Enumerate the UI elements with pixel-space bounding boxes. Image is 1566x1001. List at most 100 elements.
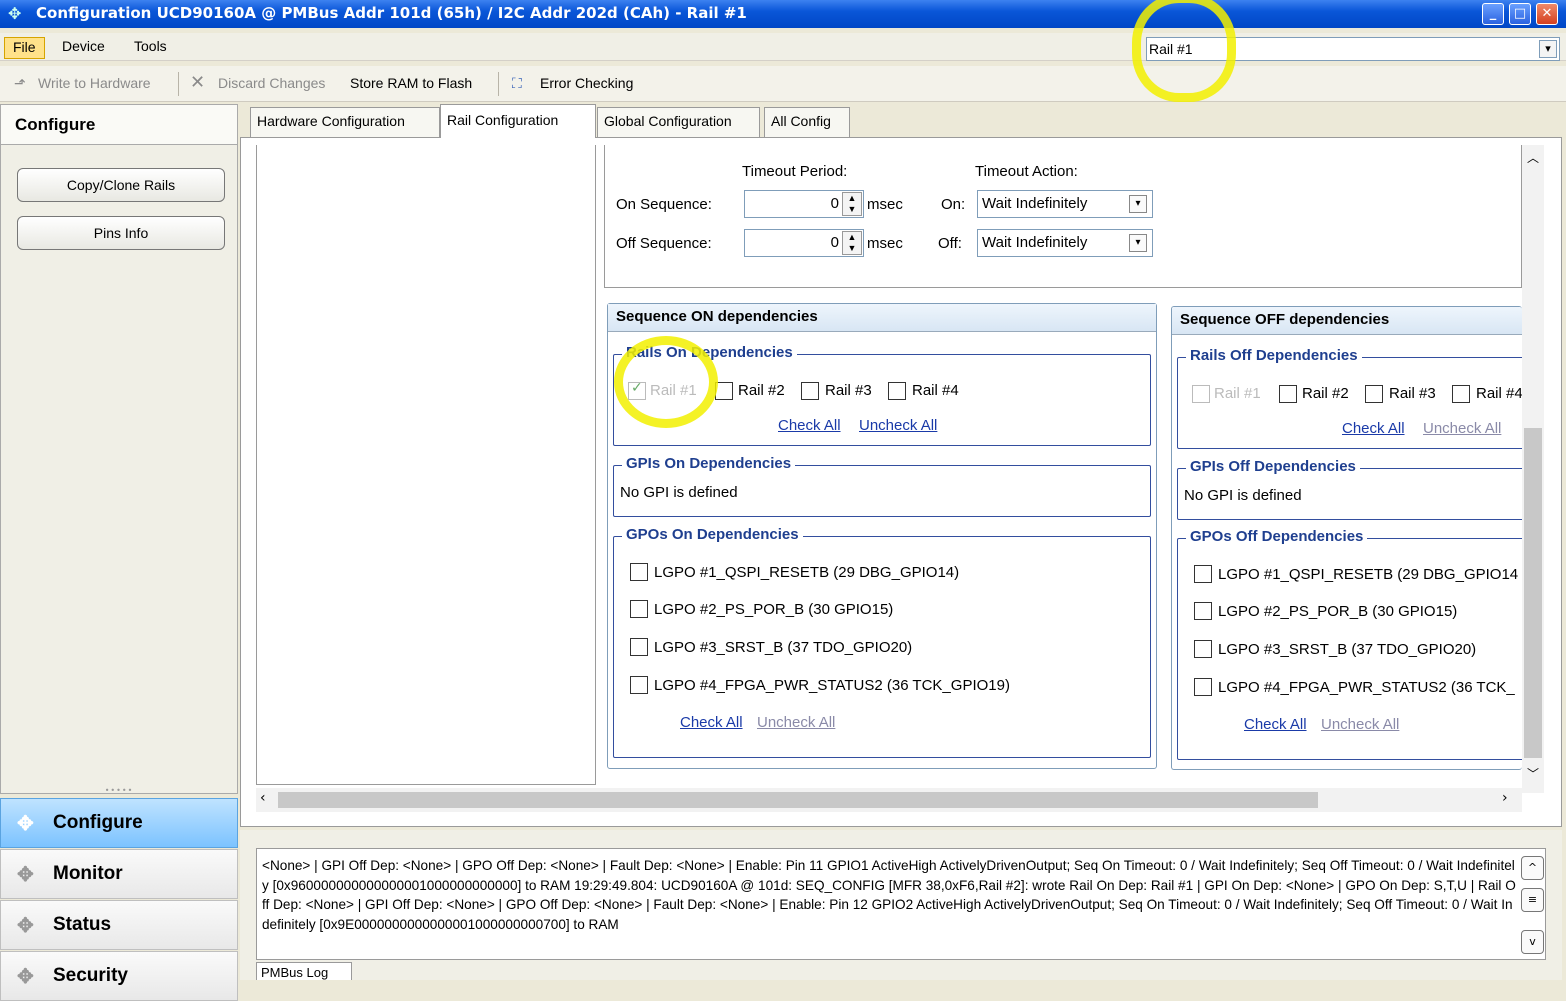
gpo-4-off-checkbox[interactable] xyxy=(1194,678,1212,696)
gpis-on-group: GPIs On Dependencies No GPI is defined xyxy=(613,455,1151,517)
rail-4-off-checkbox[interactable] xyxy=(1452,385,1470,403)
gpo-3-off-checkbox[interactable] xyxy=(1194,640,1212,658)
rail-3-off-checkbox[interactable] xyxy=(1365,385,1383,403)
splitter-handle[interactable]: ••••• xyxy=(0,786,238,796)
timeout-action-header: Timeout Action: xyxy=(975,163,1078,180)
chevron-up-icon[interactable]: ︿ xyxy=(1527,149,1539,166)
gpos-on-uncheck-all-link[interactable]: Uncheck All xyxy=(757,714,835,731)
tab-all-config[interactable]: All Config xyxy=(764,107,850,137)
copy-clone-rails-button[interactable]: Copy/Clone Rails xyxy=(17,168,225,202)
rails-on-check-all-link[interactable]: Check All xyxy=(778,417,841,434)
toolbar-separator xyxy=(498,72,499,96)
chevron-down-icon[interactable]: ▾ xyxy=(1129,234,1147,252)
sequence-on-title: Sequence ON dependencies xyxy=(608,304,1156,332)
nav-monitor[interactable]: ✥ Monitor xyxy=(0,849,238,899)
rail-3-on-checkbox[interactable] xyxy=(801,382,819,400)
app-icon: ✥ xyxy=(8,4,22,23)
rail-2-off-label: Rail #2 xyxy=(1302,385,1349,402)
sequence-off-title: Sequence OFF dependencies xyxy=(1172,307,1522,335)
off-action-value: Wait Indefinitely xyxy=(982,234,1088,251)
chevron-left-icon[interactable]: ‹ xyxy=(260,790,266,806)
off-sequence-value: 0 xyxy=(830,234,839,251)
nav-configure[interactable]: ✥ Configure xyxy=(0,798,238,848)
rail-list-panel xyxy=(256,145,596,785)
off-sequence-label: Off Sequence: xyxy=(616,235,712,252)
highlight-circle xyxy=(1132,0,1236,102)
spinner-icon[interactable]: ▲ ▼ xyxy=(842,192,862,216)
rails-on-uncheck-all-link[interactable]: Uncheck All xyxy=(859,417,937,434)
rail-2-off-checkbox[interactable] xyxy=(1279,385,1297,403)
gpos-on-check-all-link[interactable]: Check All xyxy=(680,714,743,731)
configure-side-panel: Configure Copy/Clone Rails Pins Info xyxy=(0,104,238,794)
rails-off-group: Rails Off Dependencies Rail #1 Rail #2 R… xyxy=(1177,347,1522,449)
discard-changes-button[interactable]: Discard Changes xyxy=(218,75,325,91)
close-button[interactable]: ✕ xyxy=(1536,3,1558,25)
on-sequence-value: 0 xyxy=(830,195,839,212)
discard-icon: ✕ xyxy=(190,72,206,92)
log-scroll-down-button[interactable]: v xyxy=(1521,930,1544,954)
on-action-label: On: xyxy=(941,196,966,213)
gpo-3-off-label: LGPO #3_SRST_B (37 TDO_GPIO20) xyxy=(1218,641,1477,658)
gpo-4-on-checkbox[interactable] xyxy=(630,676,648,694)
gpo-2-off-label: LGPO #2_PS_POR_B (30 GPIO15) xyxy=(1218,603,1458,620)
ti-logo-icon: ✥ xyxy=(17,813,34,835)
off-timeout-action-select[interactable]: Wait Indefinitely ▾ xyxy=(977,229,1153,257)
chevron-right-icon[interactable]: › xyxy=(1502,790,1508,806)
rail-1-off-checkbox[interactable] xyxy=(1192,385,1210,403)
rail-4-on-checkbox[interactable] xyxy=(888,382,906,400)
on-sequence-timeout-input[interactable]: 0 ▲ ▼ xyxy=(744,190,864,218)
off-sequence-timeout-input[interactable]: 0 ▲ ▼ xyxy=(744,229,864,257)
tab-pmbus-log[interactable]: PMBus Log xyxy=(256,962,352,980)
gpo-3-on-label: LGPO #3_SRST_B (37 TDO_GPIO20) xyxy=(654,639,913,656)
vertical-scroll-thumb[interactable] xyxy=(1524,428,1542,758)
timeout-panel: Timeout Period: Timeout Action: On Seque… xyxy=(604,145,1522,288)
minimize-button[interactable]: _ xyxy=(1482,3,1504,25)
side-panel-header: Configure xyxy=(1,105,237,145)
maximize-button[interactable]: □ xyxy=(1509,3,1531,25)
error-checking-button[interactable]: Error Checking xyxy=(540,75,633,91)
gpos-off-uncheck-all-link[interactable]: Uncheck All xyxy=(1321,716,1399,733)
write-to-hardware-button[interactable]: Write to Hardware xyxy=(38,75,151,91)
menu-file[interactable]: File xyxy=(4,37,45,59)
rail-4-off-label: Rail #4 xyxy=(1476,385,1522,402)
gpos-off-check-all-link[interactable]: Check All xyxy=(1244,716,1307,733)
nav-label: Configure xyxy=(53,812,143,833)
spinner-icon[interactable]: ▲ ▼ xyxy=(842,231,862,255)
tab-rail-configuration[interactable]: Rail Configuration xyxy=(440,104,596,138)
menu-device[interactable]: Device xyxy=(54,37,113,59)
gpo-1-off-checkbox[interactable] xyxy=(1194,565,1212,583)
gpis-off-title: GPIs Off Dependencies xyxy=(1186,458,1360,475)
gpis-off-group: GPIs Off Dependencies No GPI is defined xyxy=(1177,458,1522,520)
ti-logo-icon: ✥ xyxy=(17,966,34,988)
gpis-off-text: No GPI is defined xyxy=(1184,487,1302,504)
gpos-off-title: GPOs Off Dependencies xyxy=(1186,528,1368,545)
chevron-down-icon[interactable]: ▾ xyxy=(1129,195,1147,213)
tab-global-configuration[interactable]: Global Configuration xyxy=(597,107,760,137)
pins-info-button[interactable]: Pins Info xyxy=(17,216,225,250)
chevron-down-icon[interactable]: ▾ xyxy=(1539,40,1557,58)
gpo-2-on-checkbox[interactable] xyxy=(630,600,648,618)
gpo-1-off-label: LGPO #1_QSPI_RESETB (29 DBG_GPIO14 xyxy=(1218,566,1519,583)
log-scroll-up-button[interactable]: ^ xyxy=(1521,856,1544,880)
tab-hardware-configuration[interactable]: Hardware Configuration xyxy=(250,107,440,137)
gpo-4-off-label: LGPO #4_FPGA_PWR_STATUS2 (36 TCK_ xyxy=(1218,679,1515,696)
store-ram-to-flash-button[interactable]: Store RAM to Flash xyxy=(350,75,472,91)
title-bar: ✥ Configuration UCD90160A @ PMBus Addr 1… xyxy=(0,0,1566,28)
rails-off-uncheck-all-link[interactable]: Uncheck All xyxy=(1423,420,1501,437)
gpo-3-on-checkbox[interactable] xyxy=(630,638,648,656)
gpis-on-text: No GPI is defined xyxy=(620,484,738,501)
chevron-down-icon[interactable]: ﹀ xyxy=(1527,765,1539,782)
nav-status[interactable]: ✥ Status xyxy=(0,900,238,950)
ti-logo-icon: ✥ xyxy=(17,864,34,886)
write-icon: ⬏ xyxy=(14,75,26,91)
menu-tools[interactable]: Tools xyxy=(126,37,175,59)
msec-unit: msec xyxy=(867,235,903,252)
gpo-2-off-checkbox[interactable] xyxy=(1194,602,1212,620)
nav-security[interactable]: ✥ Security xyxy=(0,951,238,1001)
rails-off-check-all-link[interactable]: Check All xyxy=(1342,420,1405,437)
horizontal-scroll-thumb[interactable] xyxy=(278,792,1318,808)
on-timeout-action-select[interactable]: Wait Indefinitely ▾ xyxy=(977,190,1153,218)
gpo-1-on-checkbox[interactable] xyxy=(630,563,648,581)
window-title: Configuration UCD90160A @ PMBus Addr 101… xyxy=(36,4,747,22)
log-menu-button[interactable]: ≡ xyxy=(1521,888,1544,912)
